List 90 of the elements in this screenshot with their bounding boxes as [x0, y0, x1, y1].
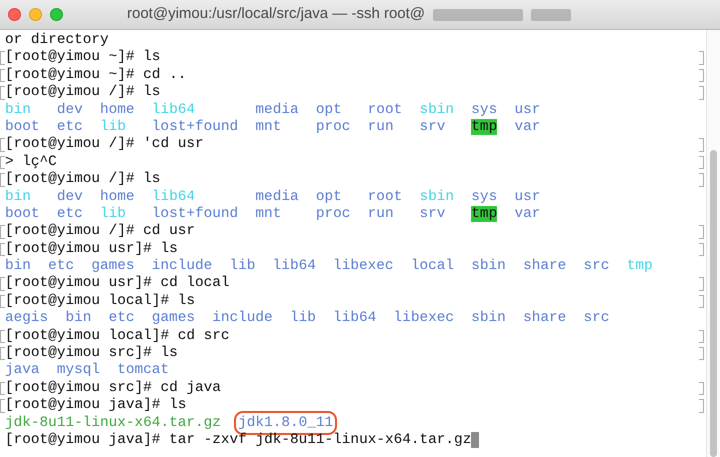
file-name: lib64: [272, 258, 316, 274]
file-name: lib: [100, 206, 126, 222]
terminal-line: > lç^C: [5, 154, 57, 172]
file-name: sbin: [471, 310, 506, 326]
terminal-line: [root@yimou /]# cd usr: [5, 223, 195, 241]
file-name: tomcat: [117, 362, 170, 378]
file-name: src: [584, 310, 610, 326]
file-name: sys: [471, 102, 498, 118]
file-name: etc: [56, 118, 83, 135]
file-name: share: [523, 310, 566, 326]
file-name: sbin: [471, 258, 506, 274]
file-name: media: [255, 188, 299, 205]
file-name: sbin: [419, 102, 454, 118]
file-name: lost+found: [152, 118, 238, 135]
minimize-button[interactable]: [29, 8, 42, 21]
terminal-line: [root@yimou ~]# cd ..: [5, 66, 186, 84]
terminal-line: [root@yimou usr]# ls: [5, 240, 178, 258]
file-name: opt: [316, 188, 342, 205]
file-name: libexec: [394, 310, 454, 326]
file-name: include: [152, 258, 212, 274]
terminal-line: [root@yimou java]# ls: [5, 397, 186, 415]
file-name: src: [584, 258, 610, 274]
file-name: proc: [316, 206, 350, 222]
file-name: dev: [56, 188, 83, 205]
file-name: jdk-8u11-linux-x64.tar.gz: [5, 414, 221, 431]
file-name: usr: [514, 188, 540, 205]
file-name: aegis: [5, 310, 48, 326]
terminal-line: [root@yimou /]# ls: [5, 171, 160, 189]
scrollbar-thumb[interactable]: [710, 150, 717, 457]
file-name: mysql: [56, 362, 100, 378]
terminal-line: [root@yimou /]# 'cd usr: [5, 136, 204, 154]
file-name: games: [91, 258, 135, 274]
terminal-line: [root@yimou local]# ls: [5, 292, 195, 310]
file-name: home: [100, 188, 135, 205]
file-name: bin: [5, 102, 31, 118]
file-name: var: [514, 118, 540, 135]
terminal-line: [root@yimou ~]# ls: [5, 49, 160, 67]
file-name: java: [5, 362, 40, 378]
file-name: boot: [5, 118, 40, 135]
file-name: bin: [5, 188, 31, 205]
file-name: lib64: [152, 188, 195, 205]
redacted-blur: [531, 8, 572, 20]
terminal-line: or directory: [5, 32, 109, 50]
file-name: lib: [290, 310, 316, 326]
file-name: tmp: [471, 118, 498, 135]
terminal-line: [root@yimou src]# cd java: [5, 380, 221, 398]
file-name: bin: [65, 310, 92, 326]
file-name: proc: [316, 118, 350, 135]
file-name: run: [368, 206, 394, 222]
file-name: dev: [56, 102, 83, 118]
file-name: tmp: [471, 206, 498, 222]
file-name: srv: [419, 118, 446, 135]
file-name: share: [523, 258, 566, 274]
file-name: sys: [471, 188, 498, 205]
file-name: bin: [5, 258, 31, 274]
file-name: media: [255, 102, 299, 118]
file-name: include: [212, 310, 273, 326]
window-title: root@yimou:/usr/local/src/java — -ssh root@: [126, 4, 426, 24]
file-name: usr: [514, 102, 540, 118]
terminal-line: [root@yimou usr]# cd local: [5, 275, 230, 293]
file-name: games: [152, 310, 195, 326]
file-name: root: [368, 102, 402, 118]
file-name: local: [410, 258, 454, 274]
terminal-line: [root@yimou /]# ls: [5, 84, 160, 102]
file-name: srv: [419, 206, 446, 222]
file-name: etc: [56, 206, 83, 222]
file-name: mnt: [255, 118, 282, 135]
file-name: opt: [316, 102, 342, 118]
file-name: tmp: [626, 258, 653, 274]
terminal-line: [root@yimou java]# tar -zxvf jdk-8u11-linux-x64.tar.gz: [5, 432, 472, 450]
terminal-line: [root@yimou local]# cd src: [5, 328, 230, 346]
file-name: etc: [108, 310, 135, 326]
file-name: lib64: [333, 310, 376, 326]
terminal-line: [root@yimou src]# ls: [5, 345, 178, 362]
file-name: etc: [48, 258, 74, 274]
zoom-button[interactable]: [50, 8, 63, 21]
file-name: lib: [230, 258, 256, 274]
file-name: lost+found: [152, 206, 238, 222]
file-name: sbin: [419, 188, 454, 205]
file-name: home: [100, 102, 135, 118]
file-name: libexec: [333, 258, 394, 274]
file-name: mnt: [255, 206, 282, 222]
close-button[interactable]: [8, 8, 21, 21]
file-name: lib: [100, 118, 126, 135]
scrollbar[interactable]: [706, 30, 720, 457]
file-name: run: [368, 118, 394, 135]
file-name: var: [514, 206, 540, 222]
file-name: lib64: [152, 102, 195, 118]
file-name: boot: [5, 206, 40, 222]
file-name: root: [368, 188, 402, 205]
